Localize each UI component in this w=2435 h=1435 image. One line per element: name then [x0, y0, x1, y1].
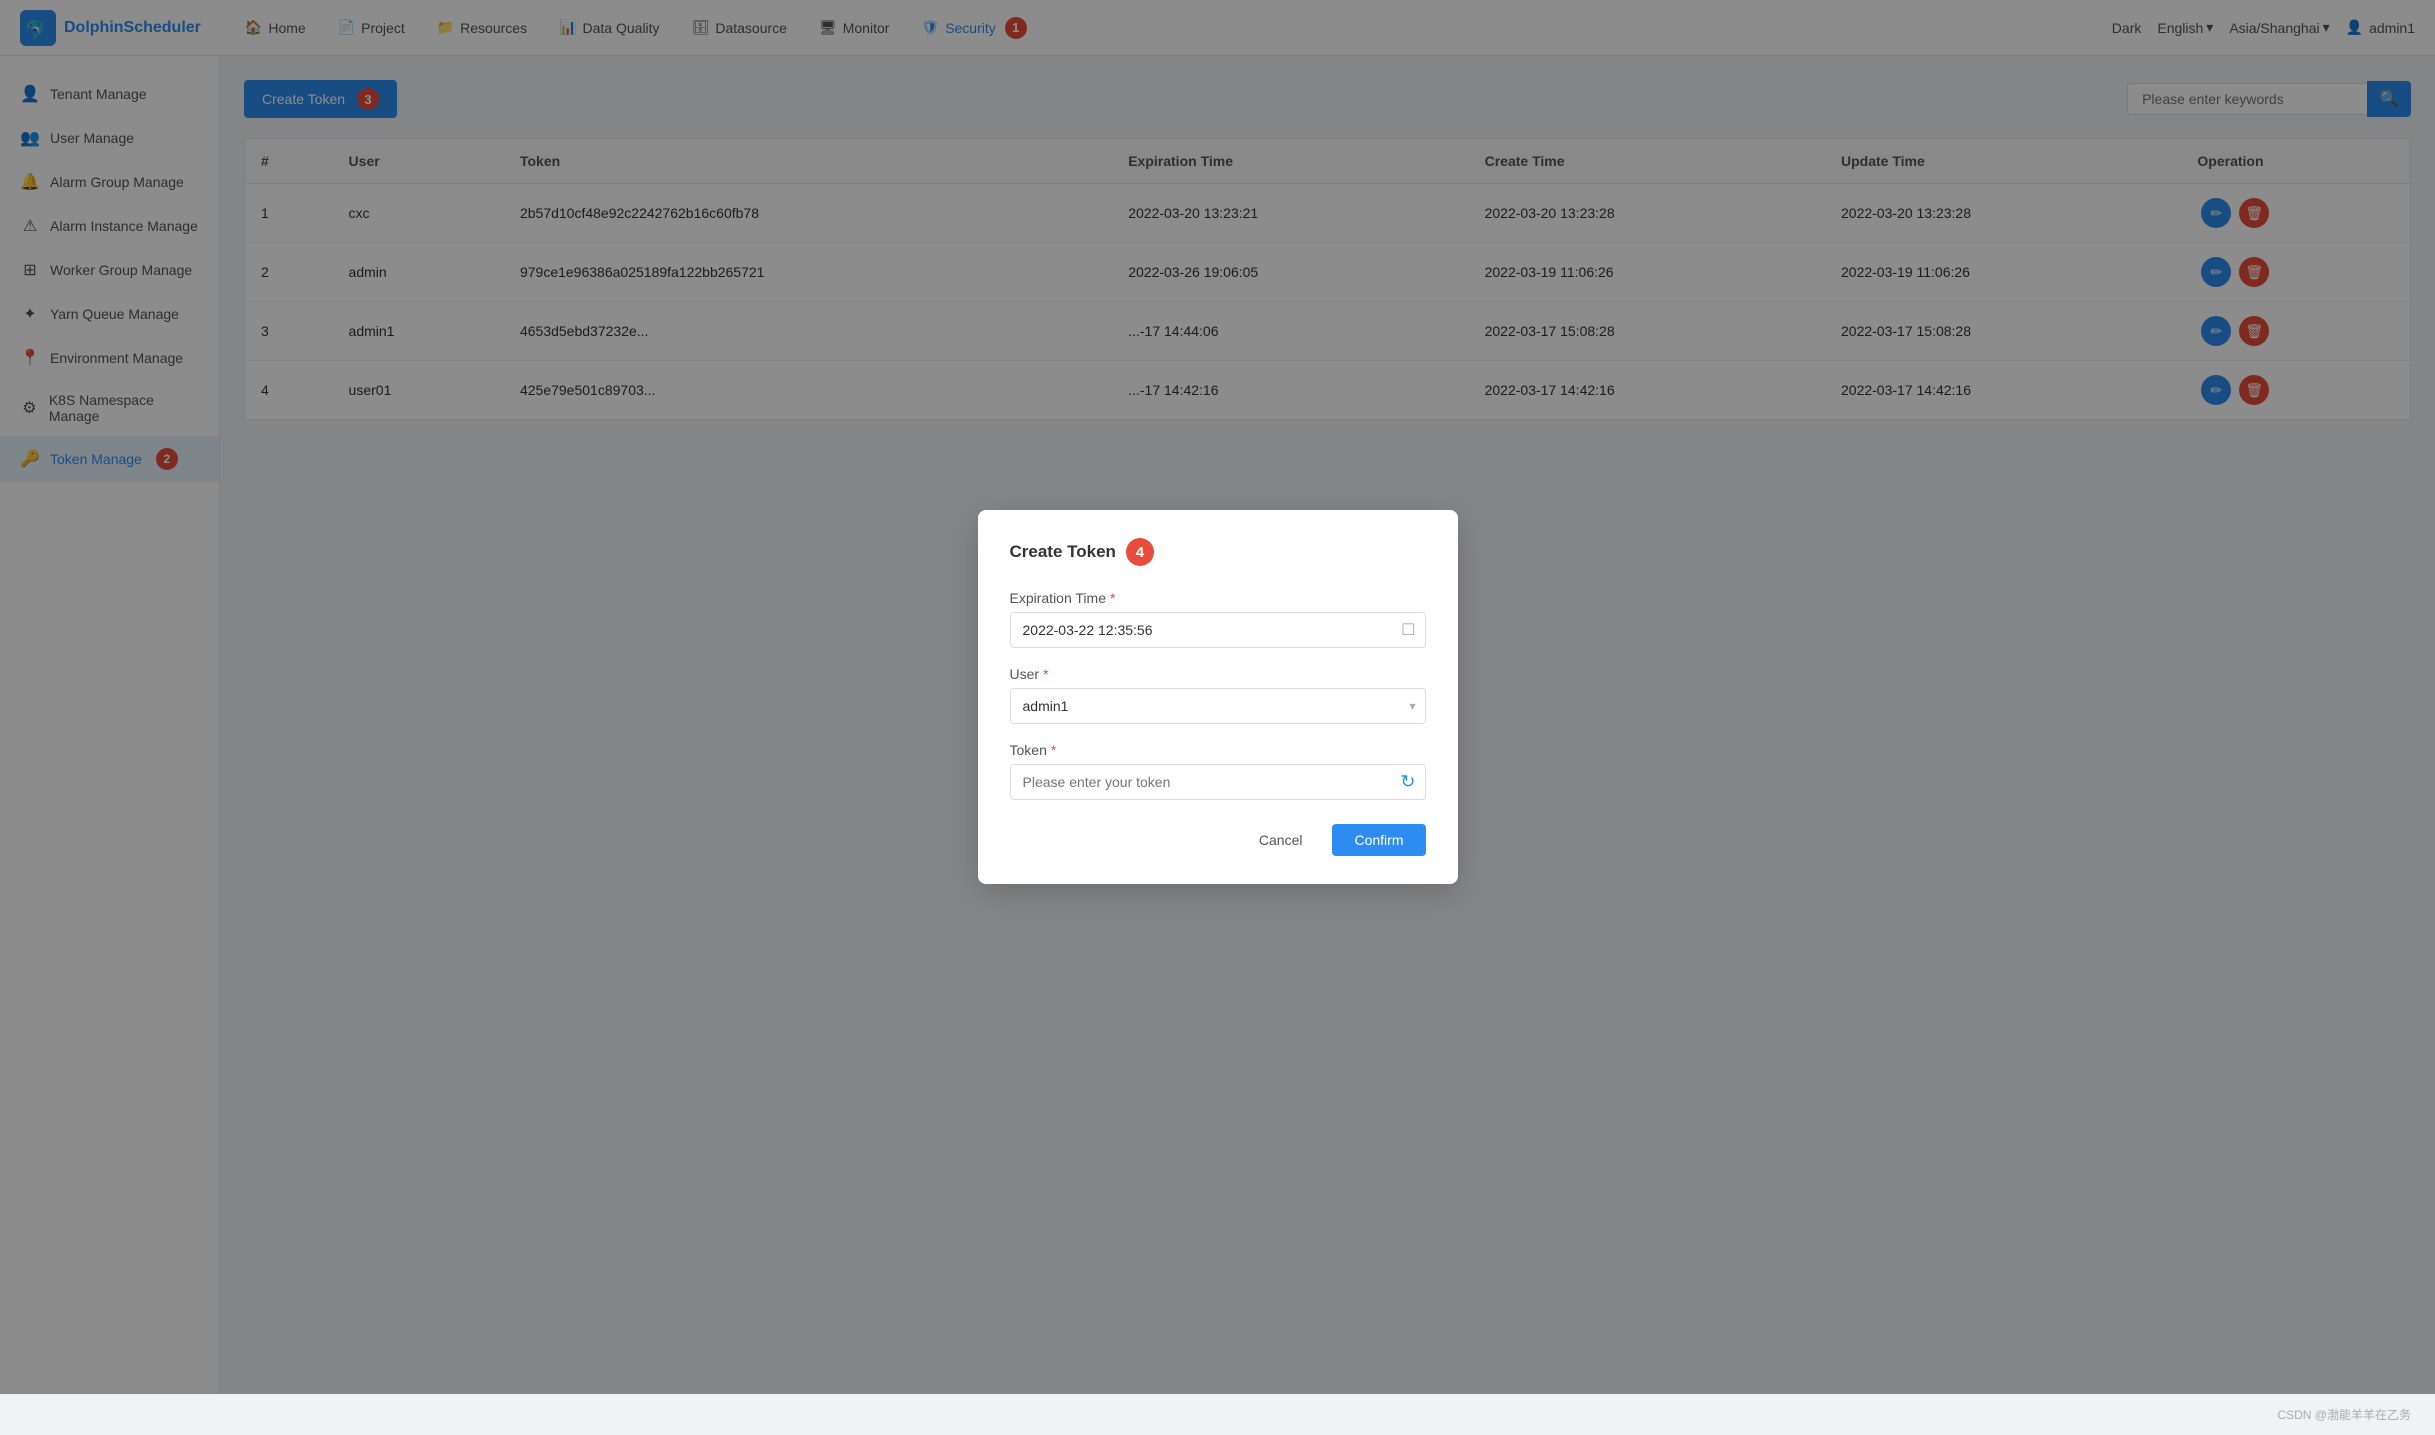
page-footer: CSDN @渤能羊羊在乙务 — [0, 1394, 2435, 1435]
token-input[interactable] — [1010, 764, 1426, 800]
user-select-wrapper: ▾ — [1010, 688, 1426, 724]
create-token-modal: Create Token 4 Expiration Time * ☐ User … — [978, 510, 1458, 884]
user-label: User * — [1010, 666, 1426, 682]
expiration-time-label: Expiration Time * — [1010, 590, 1426, 606]
refresh-icon[interactable]: ↻ — [1400, 772, 1415, 793]
token-group: Token * ↻ — [1010, 742, 1426, 800]
calendar-icon[interactable]: ☐ — [1401, 620, 1415, 640]
confirm-button[interactable]: Confirm — [1332, 824, 1425, 856]
expiration-time-input[interactable] — [1010, 612, 1426, 648]
token-required-mark: * — [1051, 742, 1056, 758]
user-group: User * ▾ — [1010, 666, 1426, 724]
user-select[interactable] — [1010, 688, 1426, 724]
user-required-mark: * — [1043, 666, 1048, 682]
cancel-button[interactable]: Cancel — [1241, 824, 1321, 856]
modal-footer: Cancel Confirm — [1010, 824, 1426, 856]
modal-badge: 4 — [1126, 538, 1154, 566]
expiration-time-wrapper: ☐ — [1010, 612, 1426, 648]
expiration-time-group: Expiration Time * ☐ — [1010, 590, 1426, 648]
token-input-wrapper: ↻ — [1010, 764, 1426, 800]
modal-title: Create Token 4 — [1010, 538, 1426, 566]
token-label: Token * — [1010, 742, 1426, 758]
modal-overlay[interactable]: Create Token 4 Expiration Time * ☐ User … — [0, 0, 2435, 1394]
required-mark: * — [1110, 590, 1115, 606]
